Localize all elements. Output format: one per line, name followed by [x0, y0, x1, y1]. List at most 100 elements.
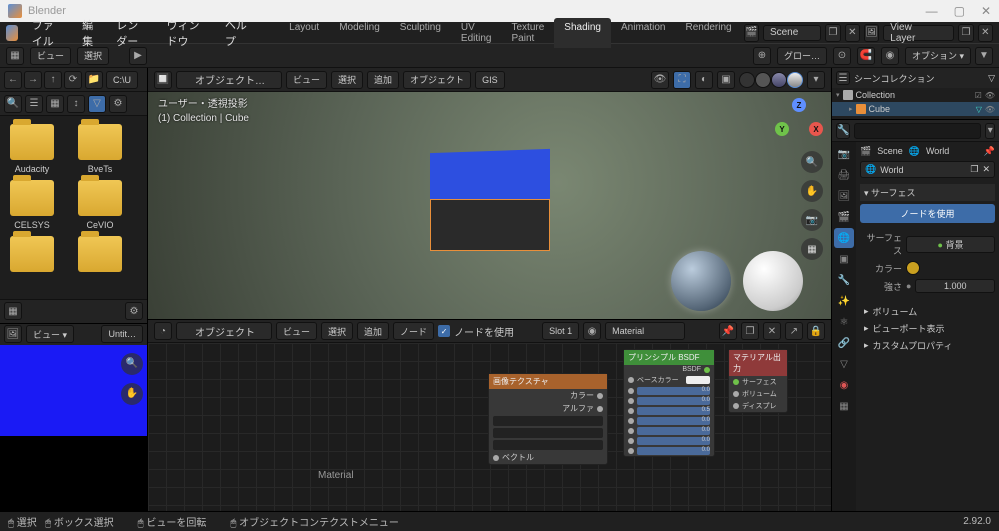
uv-pan-icon[interactable]: ✋	[121, 383, 143, 405]
tab-rendering[interactable]: Rendering	[675, 18, 741, 48]
ne-copy-icon[interactable]: ❐	[741, 322, 759, 340]
folder-item[interactable]: BveTs	[74, 124, 126, 174]
outliner-filter-icon[interactable]: ▽	[988, 73, 995, 84]
uv-canvas[interactable]: 🔍 ✋	[0, 345, 147, 512]
vp-mode-dropdown[interactable]: オブジェクト…	[176, 71, 282, 89]
folder-item[interactable]: CELSYS	[6, 180, 58, 230]
fb-body[interactable]: Audacity BveTs CELSYS CeVIO	[0, 116, 147, 299]
axis-z-icon[interactable]: Z	[792, 98, 806, 112]
fb-up-icon[interactable]: ↑	[44, 71, 62, 89]
mesh-data-icon[interactable]: ▽	[976, 105, 982, 114]
shading-material[interactable]	[771, 72, 787, 88]
props-options-icon[interactable]: ▾	[985, 123, 995, 139]
tab-uvediting[interactable]: UV Editing	[451, 18, 502, 48]
uv-view-menu[interactable]: ビュー ▾	[26, 325, 74, 343]
vp-xray-icon[interactable]: ▣	[717, 71, 735, 89]
tab-texturepaint[interactable]: Texture Paint	[502, 18, 555, 48]
ne-menu-add[interactable]: 追加	[357, 322, 389, 340]
tab-shading[interactable]: Shading	[554, 18, 611, 48]
outliner-cube-row[interactable]: ▸ Cube ▽👁	[832, 102, 999, 116]
scene-browse-icon[interactable]: 🎬	[744, 24, 759, 42]
panel-custom-props[interactable]: ▸ カスタムプロパティ	[860, 337, 995, 354]
tab-render-icon[interactable]: 📷	[834, 144, 854, 164]
fb-newfolder-icon[interactable]: 📁	[85, 71, 103, 89]
outliner-collection-row[interactable]: ▾ Collection ☑👁	[832, 88, 999, 102]
vp-menu-object[interactable]: オブジェクト	[403, 71, 471, 89]
axis-x-icon[interactable]: X	[809, 122, 823, 136]
tab-scene-icon[interactable]: 🎬	[834, 207, 854, 227]
panel-volume[interactable]: ▸ ボリューム	[860, 303, 995, 320]
folder-item[interactable]	[6, 236, 58, 272]
folder-item[interactable]: CeVIO	[74, 180, 126, 230]
tab-world-icon[interactable]: 🌐	[834, 228, 854, 248]
hdri-preview-sphere[interactable]	[671, 251, 731, 311]
surface-shader-field[interactable]: ● 背景	[906, 236, 995, 253]
axis-gizmo[interactable]: Z X Y	[775, 98, 823, 146]
fb-display-list-icon[interactable]: ☰	[25, 95, 43, 113]
world-new-icon[interactable]: ❐	[970, 164, 978, 175]
fb-back-icon[interactable]: ←	[4, 71, 22, 89]
proportional-icon[interactable]: ◉	[881, 47, 899, 65]
fb-settings-icon[interactable]: ⚙	[109, 95, 127, 113]
tab-texture-icon[interactable]: ▦	[834, 396, 854, 416]
vp-persp-icon[interactable]: ▦	[801, 238, 823, 260]
menu-render[interactable]: レンダー	[108, 14, 156, 52]
orientation-icon[interactable]: ⊕	[753, 47, 771, 65]
tab-constraint-icon[interactable]: 🔗	[834, 333, 854, 353]
vp-gizmo-toggle-icon[interactable]: ⛶	[673, 71, 691, 89]
panel-viewport-display[interactable]: ▸ ビューポート表示	[860, 320, 995, 337]
pin-icon[interactable]: 📌	[984, 146, 995, 157]
principled-bsdf-node[interactable]: プリンシプル BSDF BSDF ベースカラー 0.0 0.0 0.5 0.0 …	[623, 349, 715, 457]
surface-panel-header[interactable]: ▾ サーフェス	[860, 184, 995, 201]
tab-output-icon[interactable]: 🖨	[834, 165, 854, 185]
material-name-field[interactable]: Material	[605, 322, 685, 340]
tab-modifier-icon[interactable]: 🔧	[834, 270, 854, 290]
tab-viewlayer-icon[interactable]: 🖼	[834, 186, 854, 206]
viewlayer-new-icon[interactable]: ❐	[958, 24, 973, 42]
fb-search-icon[interactable]: 🔍	[4, 95, 22, 113]
exclude-icon[interactable]: ☑	[975, 91, 982, 100]
hide-icon[interactable]: 👁	[985, 91, 995, 100]
subheader-view[interactable]: ビュー	[30, 47, 71, 65]
uv-editor-icon[interactable]: 🖼	[4, 325, 22, 343]
slot-dropdown[interactable]: Slot 1	[542, 322, 579, 340]
folder-item[interactable]: Audacity	[6, 124, 58, 174]
properties-search-input[interactable]	[854, 123, 981, 139]
window-close[interactable]: ✕	[981, 4, 991, 18]
scene-delete-icon[interactable]: ✕	[845, 24, 860, 42]
tab-layout[interactable]: Layout	[279, 18, 329, 48]
axis-y-icon[interactable]: Y	[775, 122, 789, 136]
window-minimize[interactable]: —	[926, 4, 938, 18]
ne-close-icon[interactable]: ✕	[763, 322, 781, 340]
window-maximize[interactable]: ▢	[954, 4, 965, 18]
tab-sculpting[interactable]: Sculpting	[390, 18, 451, 48]
3d-viewport[interactable]: ユーザー・透視投影 (1) Collection | Cube Z X Y 🔍 …	[148, 92, 831, 319]
ne-menu-view[interactable]: ビュー	[276, 322, 317, 340]
outliner-editor-icon[interactable]: ☰	[836, 71, 850, 85]
vp-selectability-icon[interactable]: 👁	[651, 71, 669, 89]
editor-type-icon[interactable]: ▦	[6, 47, 24, 65]
tab-particles-icon[interactable]: ✨	[834, 291, 854, 311]
fb-filter-icon[interactable]: ▽	[88, 95, 106, 113]
fb-refresh-icon[interactable]: ⟳	[64, 71, 82, 89]
world-color-swatch[interactable]	[906, 261, 920, 275]
vp-zoom-icon[interactable]: 🔍	[801, 151, 823, 173]
use-nodes-checkbox[interactable]: ✓	[438, 325, 450, 337]
image-texture-node[interactable]: 画像テクスチャ カラー アルファ ベクトル	[488, 373, 608, 465]
use-nodes-button[interactable]: ノードを使用	[860, 204, 995, 223]
scene-new-icon[interactable]: ❐	[825, 24, 840, 42]
menu-file[interactable]: ファイル	[24, 14, 72, 52]
tab-animation[interactable]: Animation	[611, 18, 675, 48]
uv-zoom-icon[interactable]: 🔍	[121, 353, 143, 375]
vp-menu-view[interactable]: ビュー	[286, 71, 327, 89]
ne-arrow-icon[interactable]: ↗	[785, 322, 803, 340]
fb-path-field[interactable]: C:\U	[106, 71, 138, 89]
folder-item[interactable]	[74, 236, 126, 272]
vp-pan-icon[interactable]: ✋	[801, 180, 823, 202]
fb-options-icon[interactable]: ⚙	[125, 302, 143, 320]
vp-menu-gis[interactable]: GIS	[475, 71, 505, 89]
fb-sort-icon[interactable]: ↕	[67, 95, 85, 113]
props-editor-icon[interactable]: 🔧	[836, 123, 850, 139]
menu-edit[interactable]: 編集	[74, 14, 106, 52]
matcap-preview-sphere[interactable]	[743, 251, 803, 311]
